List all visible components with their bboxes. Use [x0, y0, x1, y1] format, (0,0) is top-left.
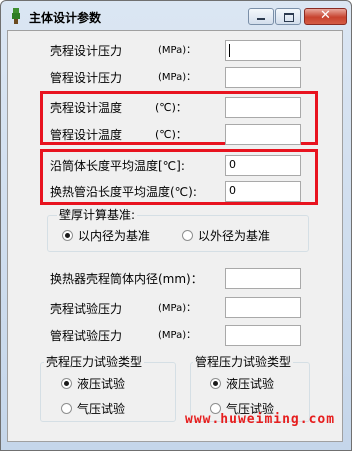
tube-design-temperature-unit: (℃)：: [155, 128, 187, 141]
shell-design-pressure-label: 壳程设计压力: [50, 44, 123, 58]
close-icon: ✕: [320, 8, 331, 23]
tube-hydraulic-test-radio[interactable]: [210, 378, 221, 389]
shell-pneumatic-test-label[interactable]: 气压试验: [77, 402, 125, 416]
outer-diameter-radio-label[interactable]: 以外径为基准: [198, 229, 270, 243]
shell-hydraulic-test-radio[interactable]: [61, 378, 72, 389]
window-title: 主体设计参数: [29, 11, 102, 25]
app-icon: [12, 8, 20, 24]
tube-design-pressure-label: 管程设计压力: [50, 71, 123, 85]
tube-design-temperature-label: 管程设计温度: [50, 128, 123, 142]
shell-design-temperature-label: 壳程设计温度: [50, 101, 123, 115]
shell-design-pressure-unit: (MPa)：: [158, 45, 197, 56]
shell-average-temperature-label: 沿筒体长度平均温度[℃]:: [50, 159, 185, 173]
tube-design-pressure-input[interactable]: [225, 67, 301, 88]
shell-design-temperature-input[interactable]: [225, 97, 301, 118]
tube-design-pressure-unit: (MPa)：: [158, 72, 197, 83]
tube-test-pressure-unit: (MPa)：: [158, 330, 197, 341]
tube-test-pressure-input[interactable]: [225, 325, 301, 346]
shell-test-pressure-input[interactable]: [225, 297, 301, 318]
maximize-button[interactable]: [275, 8, 301, 25]
shell-inner-diameter-label: 换热器壳程筒体内径(mm)：: [50, 272, 203, 286]
watermark-text: www.huweiming.com: [185, 412, 336, 427]
shell-hydraulic-test-label[interactable]: 液压试验: [77, 377, 125, 391]
title-bar[interactable]: 主体设计参数 ✕: [1, 1, 351, 31]
inner-diameter-radio[interactable]: [62, 230, 73, 241]
minimize-icon: [257, 18, 265, 20]
tube-hydraulic-test-label[interactable]: 液压试验: [226, 377, 274, 391]
outer-diameter-radio[interactable]: [182, 230, 193, 241]
wall-thickness-group-title: 壁厚计算基准:: [57, 208, 138, 222]
maximize-icon: [284, 13, 294, 22]
tube-average-temperature-input[interactable]: 0: [225, 181, 301, 202]
shell-pneumatic-test-radio[interactable]: [61, 403, 72, 414]
tube-design-temperature-input[interactable]: [225, 124, 301, 145]
text-cursor: [229, 44, 230, 57]
shell-design-pressure-input[interactable]: [225, 40, 301, 61]
close-button[interactable]: ✕: [304, 8, 347, 25]
radio-selected-dot: [64, 381, 69, 386]
radio-selected-dot: [213, 381, 218, 386]
radio-selected-dot: [65, 233, 70, 238]
shell-test-pressure-label: 壳程试验压力: [50, 302, 123, 316]
tube-test-pressure-label: 管程试验压力: [50, 329, 123, 343]
tube-test-type-group-title: 管程压力试验类型: [193, 355, 294, 369]
tube-average-temperature-label: 换热管沿长度平均温度(℃):: [50, 185, 197, 199]
shell-test-pressure-unit: (MPa)：: [158, 303, 197, 314]
minimize-button[interactable]: [248, 8, 274, 25]
shell-design-temperature-unit: (℃)：: [155, 101, 187, 114]
shell-inner-diameter-input[interactable]: [225, 268, 301, 289]
inner-diameter-radio-label[interactable]: 以内径为基准: [78, 229, 150, 243]
shell-test-type-group-title: 壳程压力试验类型: [44, 355, 145, 369]
shell-average-temperature-input[interactable]: 0: [225, 155, 301, 176]
